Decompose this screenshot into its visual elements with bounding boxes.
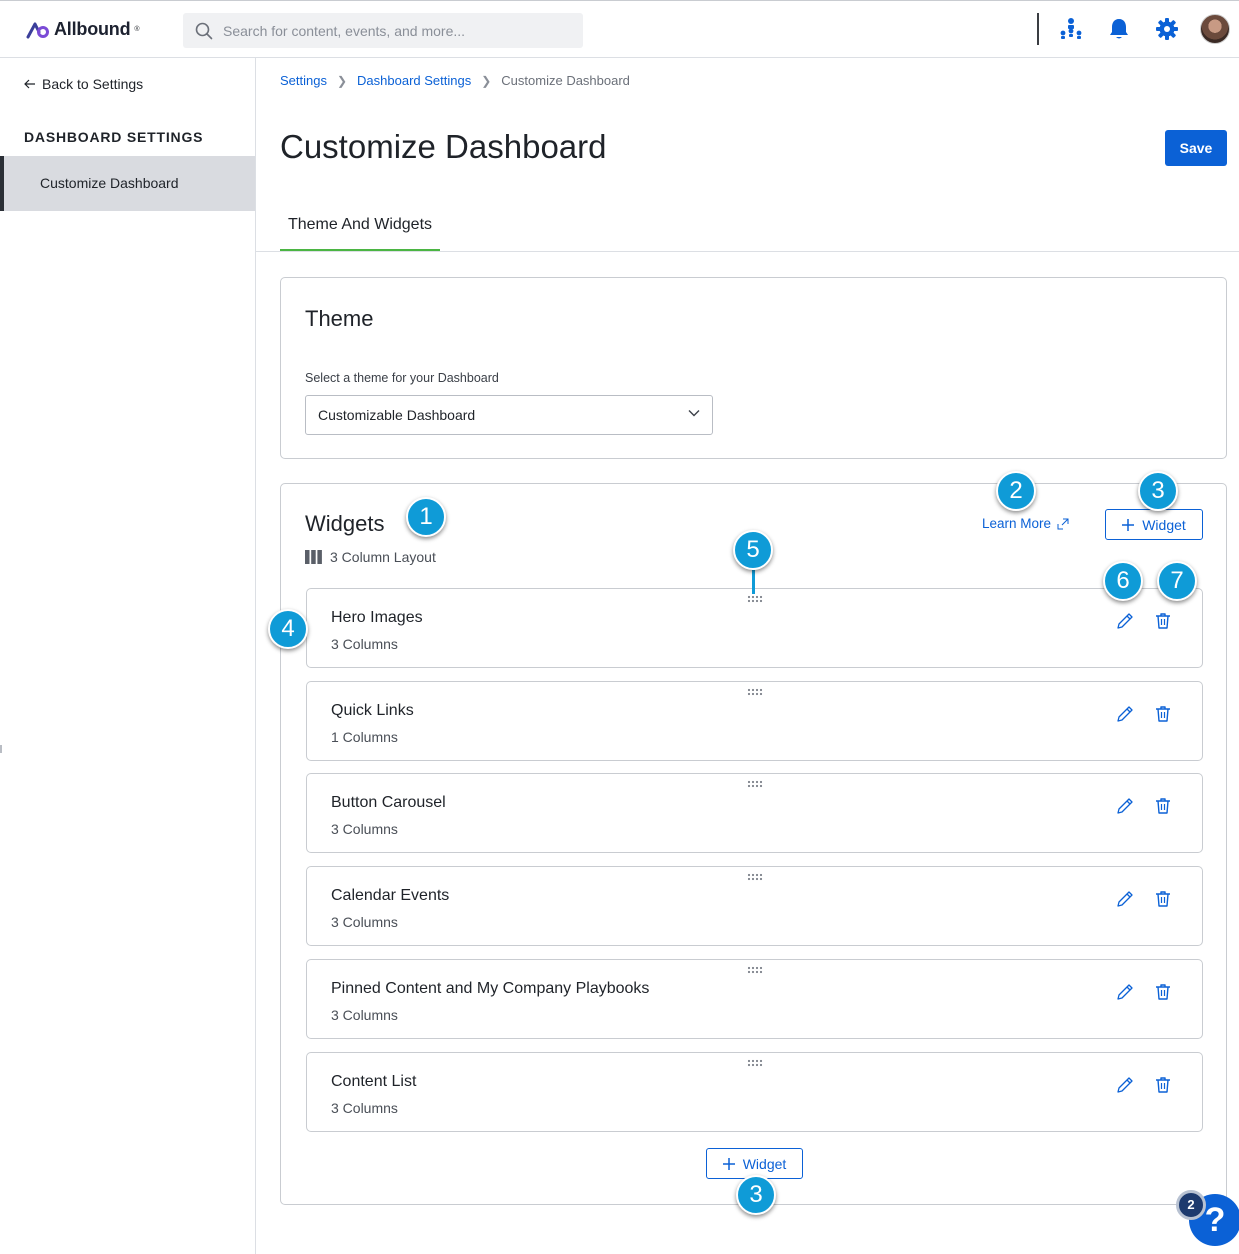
tabs-divider <box>256 251 1239 252</box>
theme-select-label: Select a theme for your Dashboard <box>305 371 499 385</box>
widget-columns: 3 Columns <box>331 821 398 837</box>
callout-badge: 3 <box>1138 471 1178 511</box>
plus-icon <box>1122 518 1135 531</box>
chevron-right-icon: ❯ <box>481 73 492 88</box>
search-bar[interactable] <box>183 13 583 48</box>
callout-badge: 4 <box>268 609 308 649</box>
trash-icon[interactable] <box>1153 611 1173 631</box>
drag-handle-icon[interactable] <box>747 966 763 974</box>
plus-icon <box>722 1157 735 1170</box>
widget-row[interactable]: Content List 3 Columns <box>306 1052 1203 1132</box>
widgets-title: Widgets <box>305 511 385 536</box>
callout-badge: 1 <box>406 497 446 537</box>
drag-handle-icon[interactable] <box>747 873 763 881</box>
widget-row[interactable]: Quick Links 1 Columns <box>306 681 1203 761</box>
widget-name: Hero Images <box>331 609 423 626</box>
widget-name: Pinned Content and My Company Playbooks <box>331 980 650 997</box>
widget-name: Content List <box>331 1073 417 1090</box>
tab-theme-and-widgets[interactable]: Theme And Widgets <box>280 204 440 252</box>
gear-icon[interactable] <box>1154 16 1180 42</box>
trash-icon[interactable] <box>1153 982 1173 1002</box>
column-layout-indicator: 3 Column Layout <box>305 549 436 565</box>
widget-row[interactable]: Calendar Events 3 Columns <box>306 866 1203 946</box>
breadcrumb-settings[interactable]: Settings <box>280 73 327 88</box>
drag-handle-icon[interactable] <box>747 595 763 603</box>
trash-icon[interactable] <box>1153 796 1173 816</box>
back-to-settings-link[interactable]: Back to Settings <box>24 76 143 92</box>
settings-sidebar: Back to Settings DASHBOARD SETTINGS Cust… <box>0 58 256 1254</box>
top-bar: Allbound ® <box>0 0 1239 58</box>
notification-count-badge: 2 <box>1176 1190 1206 1220</box>
sidebar-item-customize-dashboard[interactable]: Customize Dashboard <box>0 156 255 211</box>
trash-icon[interactable] <box>1153 889 1173 909</box>
allbound-logo[interactable]: Allbound ® <box>26 19 140 40</box>
trash-icon[interactable] <box>1153 704 1173 724</box>
pencil-icon[interactable] <box>1115 704 1135 724</box>
callout-pointer <box>752 570 755 594</box>
widget-name: Quick Links <box>331 702 414 719</box>
trash-icon[interactable] <box>1153 1075 1173 1095</box>
toolbar-divider <box>1037 13 1039 45</box>
theme-title: Theme <box>305 306 374 331</box>
column-layout-label: 3 Column Layout <box>330 549 436 565</box>
callout-badge: 5 <box>733 530 773 570</box>
pencil-icon[interactable] <box>1115 796 1135 816</box>
page-title: Customize Dashboard <box>280 128 607 165</box>
theme-select[interactable]: Customizable Dashboard <box>305 395 713 435</box>
breadcrumb: Settings ❯ Dashboard Settings ❯ Customiz… <box>280 73 630 88</box>
widget-columns: 3 Columns <box>331 914 398 930</box>
bell-icon[interactable] <box>1106 16 1132 42</box>
add-widget-label: Widget <box>1142 516 1186 533</box>
drag-handle-icon[interactable] <box>747 780 763 788</box>
widget-name: Button Carousel <box>331 794 446 811</box>
save-button[interactable]: Save <box>1165 130 1227 166</box>
breadcrumb-dashboard-settings[interactable]: Dashboard Settings <box>357 73 471 88</box>
allbound-logo-mark-icon <box>26 22 49 38</box>
logo-registered-mark: ® <box>134 26 140 33</box>
edge-marker <box>0 745 2 753</box>
back-to-settings-label: Back to Settings <box>42 76 144 92</box>
learn-more-label: Learn More <box>982 516 1052 531</box>
columns-icon <box>305 550 322 564</box>
avatar[interactable] <box>1200 14 1230 44</box>
callout-badge: 2 <box>996 471 1036 511</box>
pencil-icon[interactable] <box>1115 611 1135 631</box>
theme-card: Theme Select a theme for your Dashboard … <box>280 277 1227 459</box>
callout-badge: 6 <box>1103 561 1143 601</box>
widget-row[interactable]: Button Carousel 3 Columns <box>306 773 1203 853</box>
breadcrumb-current: Customize Dashboard <box>501 73 630 88</box>
external-link-icon <box>1057 518 1069 529</box>
arrow-left-icon <box>24 79 35 89</box>
add-widget-label: Widget <box>742 1155 787 1172</box>
callout-badge: 3 <box>736 1175 776 1215</box>
pencil-icon[interactable] <box>1115 982 1135 1002</box>
widget-columns: 3 Columns <box>331 1100 398 1116</box>
add-widget-button-top[interactable]: Widget <box>1105 509 1203 540</box>
pencil-icon[interactable] <box>1115 889 1135 909</box>
widget-columns: 3 Columns <box>331 636 398 652</box>
drag-handle-icon[interactable] <box>747 688 763 696</box>
logo-text: Allbound <box>54 19 131 39</box>
chevron-right-icon: ❯ <box>336 73 348 88</box>
widget-columns: 3 Columns <box>331 1007 398 1023</box>
widget-row[interactable]: Pinned Content and My Company Playbooks … <box>306 959 1203 1039</box>
widget-row[interactable]: Hero Images 3 Columns <box>306 588 1203 668</box>
widget-columns: 1 Columns <box>331 729 398 745</box>
drag-handle-icon[interactable] <box>747 1059 763 1067</box>
sidebar-section-heading: DASHBOARD SETTINGS <box>24 129 204 145</box>
search-input[interactable] <box>223 22 563 39</box>
callout-badge: 7 <box>1157 561 1197 601</box>
search-icon <box>195 22 213 39</box>
widget-name: Calendar Events <box>331 887 450 904</box>
org-chart-icon[interactable] <box>1058 16 1084 42</box>
learn-more-link[interactable]: Learn More <box>982 516 1069 531</box>
pencil-icon[interactable] <box>1115 1075 1135 1095</box>
theme-select-value: Customizable Dashboard <box>318 407 476 423</box>
chevron-down-icon <box>688 410 700 417</box>
